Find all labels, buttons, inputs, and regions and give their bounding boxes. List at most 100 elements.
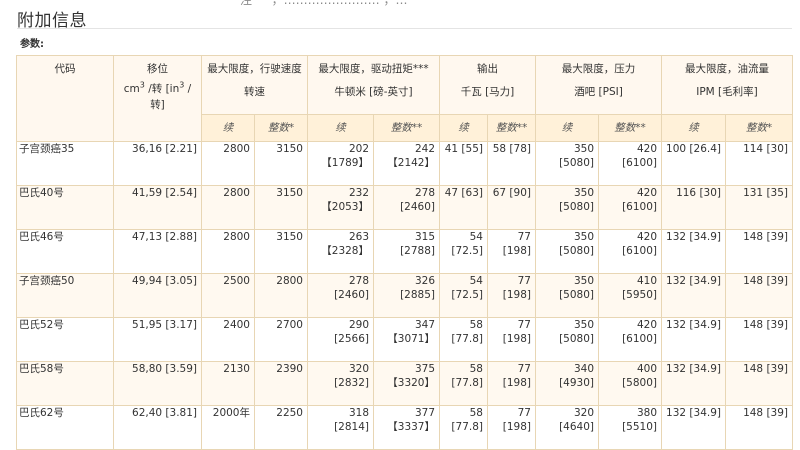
table-row: 巴氏52号 51,95 [3.17] 2400 2700 290 [2566] … xyxy=(16,317,793,362)
cell-output-cont: 58 [77.8] xyxy=(439,361,488,406)
cell-displacement: 36,16 [2.21] xyxy=(113,141,202,186)
header-displacement: 移位 cm3 /转 [in3 / 转] xyxy=(113,55,202,142)
header-torque-line1: 最大限度，驱动扭矩*** xyxy=(318,63,429,75)
cell-output-cont: 54 [72.5] xyxy=(439,273,488,318)
cell-torque-int: 315 [2788] xyxy=(373,229,440,274)
cell-code: 子宫颈癌35 xyxy=(16,141,114,186)
table-row: 巴氏62号 62,40 [3.81] 2000年 2250 318 [2814]… xyxy=(16,405,793,450)
header-output-line1: 输出 xyxy=(477,63,498,75)
subheader-speed-cont: 续 xyxy=(201,114,255,142)
header-disp-unit: cm3 /转 [in3 / xyxy=(118,81,197,97)
header-pressure-line1: 最大限度，压力 xyxy=(561,63,636,75)
cell-torque-cont: 202【1789】 xyxy=(307,141,374,186)
cell-flow-int: 148 [39] xyxy=(725,361,793,406)
cell-displacement: 62,40 [3.81] xyxy=(113,405,202,450)
subheader-pressure-cont: 续 xyxy=(535,114,599,142)
cell-speed-int: 3150 xyxy=(254,141,308,186)
cell-pressure-int: 380 [5510] xyxy=(598,405,662,450)
cell-flow-int: 114 [30] xyxy=(725,141,793,186)
cell-speed-cont: 2500 xyxy=(201,273,255,318)
header-flow-line1: 最大限度，油流量 xyxy=(685,63,769,75)
cell-code: 子宫颈癌50 xyxy=(16,273,114,318)
cell-pressure-cont: 350 [5080] xyxy=(535,317,599,362)
header-pressure-line2: 酒吧 [PSI] xyxy=(574,86,623,98)
header-flow: 最大限度，油流量 IPM [毛利率] xyxy=(661,55,793,115)
cell-speed-int: 2250 xyxy=(254,405,308,450)
cell-output-int: 77 [198] xyxy=(487,317,536,362)
header-output-line2: 千瓦 [马力] xyxy=(460,86,515,98)
cell-output-int: 67 [90] xyxy=(487,185,536,230)
cell-torque-cont: 278 [2460] xyxy=(307,273,374,318)
cell-torque-int: 326 [2885] xyxy=(373,273,440,318)
header-speed-line1: 最大限度，行驶速度 xyxy=(207,63,302,75)
cell-output-cont: 41 [55] xyxy=(439,141,488,186)
cell-pressure-cont: 320 [4640] xyxy=(535,405,599,450)
cell-speed-cont: 2800 xyxy=(201,185,255,230)
table-row: 巴氏40号 41,59 [2.54] 2800 3150 232【2053】 2… xyxy=(16,185,793,230)
header-torque: 最大限度，驱动扭矩*** 牛顿米 [磅-英寸] xyxy=(307,55,440,115)
params-label: 参数: xyxy=(20,39,44,50)
disp-unit-c: / xyxy=(184,83,192,95)
subheader-output-cont: 续 xyxy=(439,114,488,142)
cell-flow-cont: 132 [34.9] xyxy=(661,273,726,318)
cell-displacement: 49,94 [3.05] xyxy=(113,273,202,318)
cell-speed-int: 3150 xyxy=(254,229,308,274)
cell-displacement: 41,59 [2.54] xyxy=(113,185,202,230)
subheader-torque-cont: 续 xyxy=(307,114,374,142)
clipped-previous-text: 注 一 ，…………………… ，… xyxy=(240,0,408,7)
header-speed: 最大限度，行驶速度 转速 xyxy=(201,55,308,115)
cell-flow-cont: 132 [34.9] xyxy=(661,317,726,362)
cell-torque-cont: 290 [2566] xyxy=(307,317,374,362)
header-code: 代码 xyxy=(16,55,114,142)
header-pressure: 最大限度，压力 酒吧 [PSI] xyxy=(535,55,662,115)
cell-speed-cont: 2800 xyxy=(201,229,255,274)
cell-flow-cont: 132 [34.9] xyxy=(661,361,726,406)
cell-flow-int: 148 [39] xyxy=(725,273,793,318)
cell-torque-int: 278 [2460] xyxy=(373,185,440,230)
header-disp-unit-end: 转] xyxy=(150,99,165,111)
cell-torque-int: 347【3071】 xyxy=(373,317,440,362)
cell-output-int: 77 [198] xyxy=(487,361,536,406)
cell-output-int: 58 [78] xyxy=(487,141,536,186)
cell-output-cont: 47 [63] xyxy=(439,185,488,230)
cell-output-int: 77 [198] xyxy=(487,229,536,274)
cell-output-int: 77 [198] xyxy=(487,273,536,318)
cell-pressure-cont: 350 [5080] xyxy=(535,141,599,186)
cell-pressure-int: 420 [6100] xyxy=(598,141,662,186)
cell-code: 巴氏62号 xyxy=(16,405,114,450)
table-row: 巴氏58号 58,80 [3.59] 2130 2390 320 [2832] … xyxy=(16,361,793,406)
cell-code: 巴氏58号 xyxy=(16,361,114,406)
cell-displacement: 51,95 [3.17] xyxy=(113,317,202,362)
cell-pressure-int: 410 [5950] xyxy=(598,273,662,318)
cell-flow-int: 148 [39] xyxy=(725,405,793,450)
header-speed-line2: 转速 xyxy=(244,86,265,98)
cell-code: 巴氏52号 xyxy=(16,317,114,362)
header-disp-title: 移位 xyxy=(147,63,168,75)
table-row: 子宫颈癌50 49,94 [3.05] 2500 2800 278 [2460]… xyxy=(16,273,793,318)
cell-torque-int: 242【2142】 xyxy=(373,141,440,186)
cell-output-cont: 54 [72.5] xyxy=(439,229,488,274)
cell-torque-cont: 263【2328】 xyxy=(307,229,374,274)
cell-displacement: 58,80 [3.59] xyxy=(113,361,202,406)
cell-speed-cont: 2000年 xyxy=(201,405,255,450)
cell-flow-cont: 100 [26.4] xyxy=(661,141,726,186)
title-divider xyxy=(17,28,792,29)
cell-flow-cont: 132 [34.9] xyxy=(661,405,726,450)
cell-torque-cont: 320 [2832] xyxy=(307,361,374,406)
subheader-speed-int: 整数* xyxy=(254,114,308,142)
cell-pressure-int: 420 [6100] xyxy=(598,317,662,362)
cell-speed-int: 2800 xyxy=(254,273,308,318)
cell-flow-int: 131 [35] xyxy=(725,185,793,230)
cell-flow-cont: 132 [34.9] xyxy=(661,229,726,274)
cell-torque-int: 377【3337】 xyxy=(373,405,440,450)
header-flow-line2: IPM [毛利率] xyxy=(696,86,758,98)
cell-speed-int: 3150 xyxy=(254,185,308,230)
cell-flow-int: 148 [39] xyxy=(725,317,793,362)
cell-pressure-int: 400 [5800] xyxy=(598,361,662,406)
cell-flow-int: 148 [39] xyxy=(725,229,793,274)
cell-torque-cont: 318 [2814] xyxy=(307,405,374,450)
subheader-output-int: 整数** xyxy=(487,114,536,142)
cell-pressure-int: 420 [6100] xyxy=(598,229,662,274)
header-code-label: 代码 xyxy=(54,63,76,75)
cell-speed-int: 2390 xyxy=(254,361,308,406)
